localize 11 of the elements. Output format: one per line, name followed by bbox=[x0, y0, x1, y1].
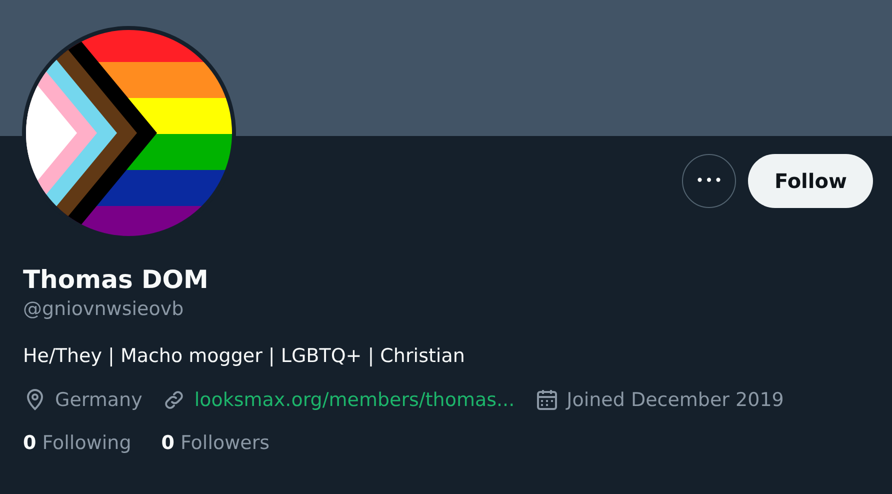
calendar-icon bbox=[534, 388, 559, 412]
user-handle: @gniovnwsieovb bbox=[23, 297, 185, 322]
joined-date: Joined December 2019 bbox=[566, 389, 784, 411]
more-button[interactable]: ••• bbox=[682, 154, 736, 208]
follow-count-link[interactable]: 0 Following bbox=[23, 432, 132, 454]
follow-count-link[interactable]: 0 Followers bbox=[161, 432, 270, 454]
bio-text: He/They | Macho mogger | LGBTQ+ | Christian bbox=[23, 344, 466, 369]
website-link[interactable]: looksmax.org/members/thomas... bbox=[194, 389, 515, 411]
display-name: Thomas DOM bbox=[23, 264, 210, 296]
follow-button[interactable]: Follow bbox=[748, 154, 873, 208]
location-text: Germany bbox=[55, 389, 142, 411]
